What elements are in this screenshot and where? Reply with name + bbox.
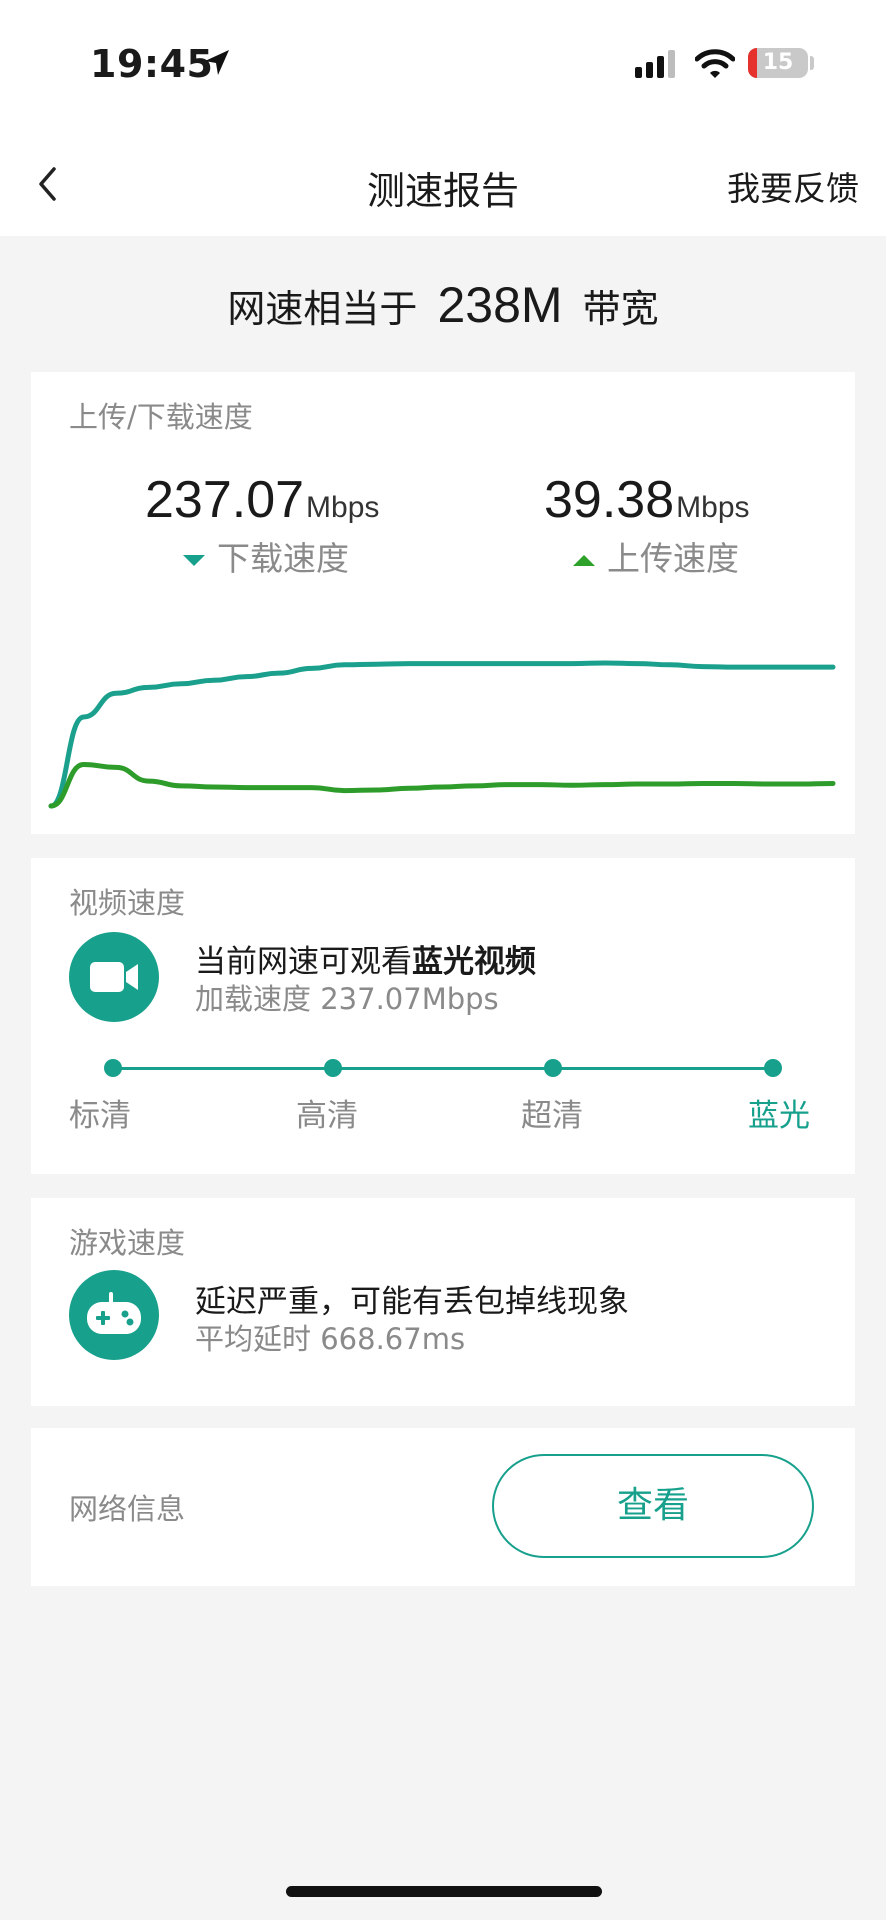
game-speed-card: 游戏速度 延迟严重，可能有丢包掉线现象 平均延时 668.67ms <box>31 1198 855 1406</box>
upload-arrow-icon <box>573 555 595 566</box>
video-speed-card: 视频速度 当前网速可观看蓝光视频 加载速度 237.07Mbps 标清 高清 超… <box>31 858 855 1174</box>
quality-label-hd: 高清 <box>296 1098 358 1134</box>
download-label-text: 下载速度 <box>217 539 349 578</box>
quality-dot-sd <box>104 1059 122 1077</box>
quality-label-sd: 标清 <box>69 1098 131 1134</box>
headline-prefix: 网速相当于 <box>227 287 418 331</box>
quality-dot-bluray <box>764 1059 782 1077</box>
status-time: 19:45 <box>90 42 214 86</box>
nav-bar: 测速报告 我要反馈 <box>0 130 886 236</box>
quality-track <box>113 1067 773 1070</box>
game-average-latency: 平均延时 668.67ms <box>195 1322 466 1356</box>
upload-speed-label: 上传速度 <box>573 532 739 580</box>
quality-dot-hd <box>324 1059 342 1077</box>
speed-line-chart <box>48 660 836 809</box>
download-speed-label: 下载速度 <box>183 532 349 580</box>
gamepad-icon <box>69 1270 159 1360</box>
home-indicator <box>286 1886 602 1897</box>
quality-dot-fhd <box>544 1059 562 1077</box>
upload-label-text: 上传速度 <box>607 539 739 578</box>
download-arrow-icon <box>183 555 205 566</box>
game-latency-status: 延迟严重，可能有丢包掉线现象 <box>195 1284 629 1320</box>
download-speed-number: 237.07 <box>145 471 305 529</box>
status-bar: 19:45 15 <box>0 0 886 130</box>
upload-speed-number: 39.38 <box>544 471 675 529</box>
upload-speed-value: 39.38Mbps <box>544 470 750 530</box>
video-main-text: 当前网速可观看蓝光视频 <box>195 936 536 981</box>
bandwidth-value: 238M <box>437 277 563 333</box>
location-arrow-icon <box>202 48 232 82</box>
video-quality-highlight: 蓝光视频 <box>412 944 536 980</box>
download-speed-value: 237.07Mbps <box>145 470 379 530</box>
wifi-icon <box>694 48 736 84</box>
video-card-title: 视频速度 <box>69 886 186 920</box>
battery-icon: 15 <box>748 48 808 78</box>
download-speed-unit: Mbps <box>306 491 380 524</box>
network-info-card: 网络信息 查看 <box>31 1428 855 1586</box>
upload-speed-line <box>48 761 836 809</box>
network-info-label: 网络信息 <box>69 1492 186 1526</box>
game-card-title: 游戏速度 <box>69 1226 186 1260</box>
headline-suffix: 带宽 <box>582 287 659 331</box>
battery-level: 15 <box>762 50 794 75</box>
video-camera-icon <box>69 932 159 1022</box>
upload-speed-unit: Mbps <box>676 491 750 524</box>
feedback-button[interactable]: 我要反馈 <box>727 162 859 210</box>
bandwidth-headline: 网速相当于 238M 带宽 <box>0 276 886 334</box>
view-network-info-button[interactable]: 查看 <box>492 1454 814 1558</box>
speed-card: 上传/下载速度 237.07Mbps 下载速度 39.38Mbps 上传速度 <box>31 372 855 834</box>
speed-card-title: 上传/下载速度 <box>69 400 253 434</box>
battery-cap <box>810 56 814 70</box>
video-main-prefix: 当前网速可观看 <box>195 944 412 980</box>
quality-label-bluray: 蓝光 <box>748 1098 810 1134</box>
video-load-speed: 加载速度 237.07Mbps <box>195 982 499 1016</box>
quality-label-fhd: 超清 <box>521 1098 583 1134</box>
cellular-signal-icon <box>635 50 679 84</box>
